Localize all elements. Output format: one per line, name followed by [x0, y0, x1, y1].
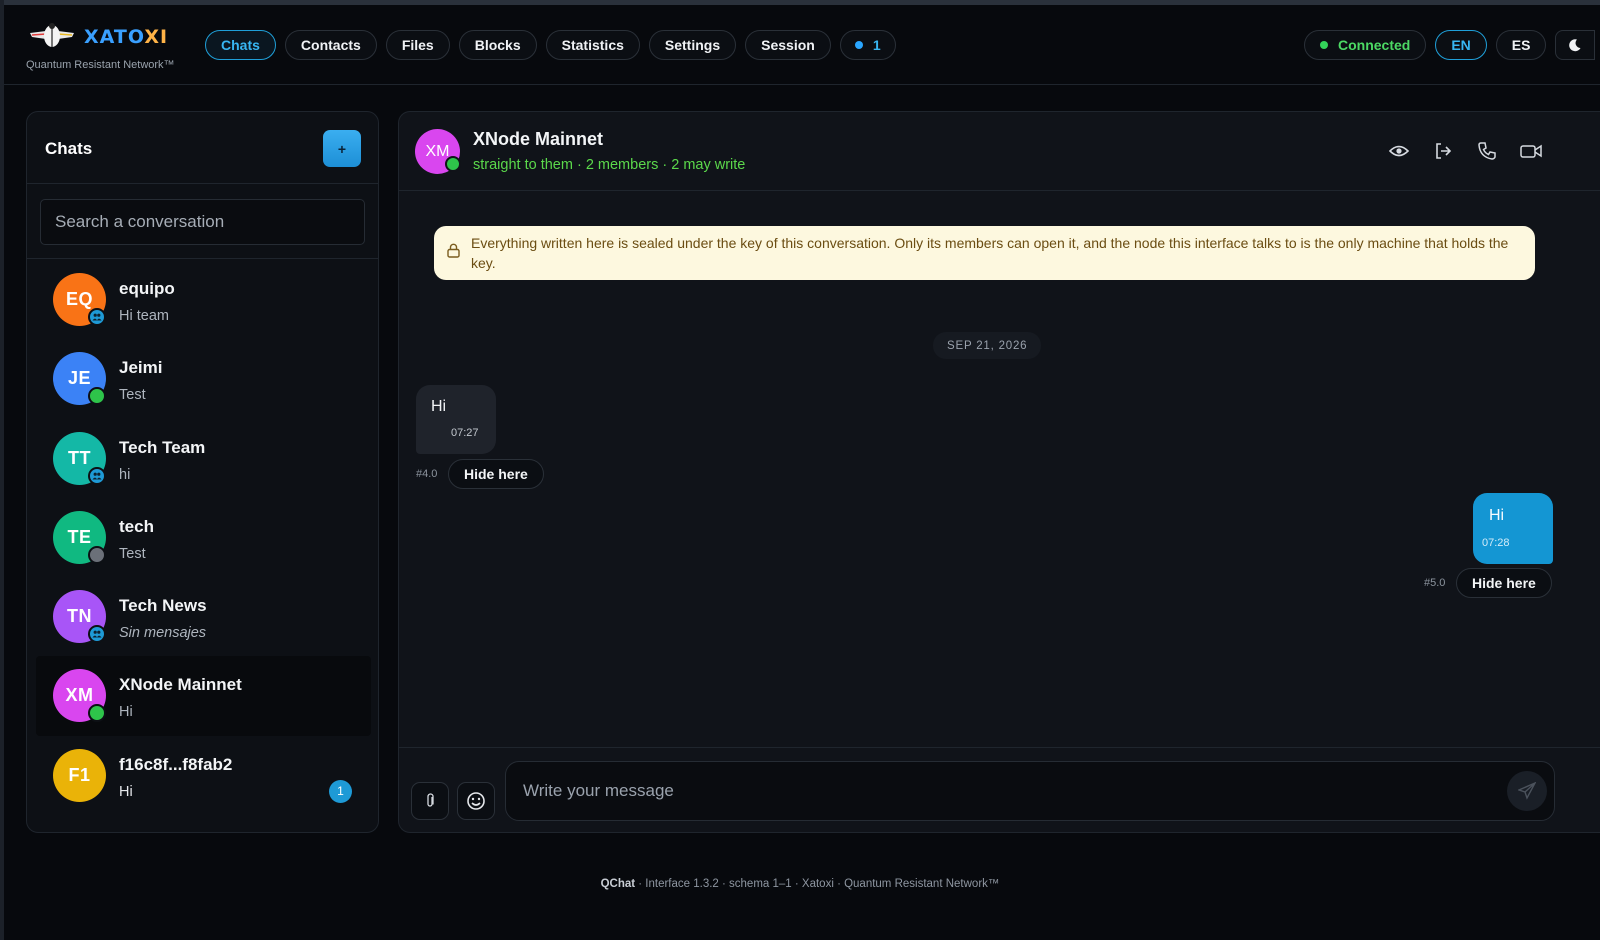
- tab-session[interactable]: Session: [745, 30, 831, 60]
- connection-label: Connected: [1338, 37, 1411, 53]
- avatar: F1: [53, 748, 106, 802]
- chat-preview: Test: [119, 387, 146, 404]
- brand[interactable]: XATOXI Quantum Resistant Network™: [26, 19, 196, 75]
- unread-badge: 1: [329, 779, 352, 803]
- smiley-icon: [467, 792, 485, 810]
- message-text: Hi: [1489, 507, 1505, 524]
- offline-status-icon: [88, 545, 106, 564]
- chat-list: EQ equipo Hi team JE Jeimi Test TT Tech …: [27, 260, 378, 815]
- app-header: XATOXI Quantum Resistant Network™ Chats …: [4, 5, 1600, 85]
- theme-toggle-button[interactable]: [1555, 30, 1596, 60]
- hide-message-button[interactable]: Hide here: [1456, 568, 1552, 598]
- conversation-header: XM XNode Mainnet straight to them · 2 me…: [399, 112, 1600, 191]
- brand-tagline: Quantum Resistant Network™: [26, 59, 175, 71]
- online-status-icon: [88, 387, 106, 406]
- notification-count: 1: [872, 37, 881, 53]
- group-icon: [88, 466, 106, 485]
- window-left-border: [0, 0, 4, 940]
- incoming-message[interactable]: Hi 07:27: [416, 385, 496, 454]
- chat-item-f16c8f[interactable]: F1 f16c8f...f8fab2 Hi 1: [36, 736, 371, 815]
- lock-icon: [447, 243, 460, 258]
- sidebar-header: Chats +: [27, 112, 378, 184]
- chat-preview: Sin mensajes: [119, 625, 207, 642]
- message-time: 07:27: [451, 427, 479, 439]
- group-icon: [88, 308, 106, 326]
- outgoing-message[interactable]: Hi 07:28: [1473, 493, 1553, 564]
- chat-item-xnode-mainnet[interactable]: XM XNode Mainnet Hi: [36, 656, 371, 736]
- conversation-subtitle: straight to them · 2 members · 2 may wri…: [473, 157, 746, 173]
- tab-chats[interactable]: Chats: [205, 30, 276, 60]
- chat-preview: Test: [119, 545, 146, 562]
- notifications-button[interactable]: 1: [839, 30, 896, 60]
- hide-message-button[interactable]: Hide here: [448, 459, 544, 489]
- tab-statistics[interactable]: Statistics: [545, 30, 640, 60]
- encryption-notice: Everything written here is sealed under …: [434, 226, 1535, 280]
- tab-contacts[interactable]: Contacts: [284, 30, 377, 60]
- notice-text: Everything written here is sealed under …: [471, 235, 1509, 271]
- online-status-icon: [445, 156, 461, 172]
- connected-dot-icon: [1320, 41, 1328, 49]
- chat-sidebar: Chats + EQ equipo Hi team JE Jeimi Test …: [26, 111, 379, 833]
- header-controls: Connected EN ES: [1304, 30, 1596, 60]
- group-icon: [88, 625, 106, 644]
- message-id: #4.0: [416, 468, 438, 480]
- chat-name: Jeimi: [119, 358, 163, 378]
- lang-en-button[interactable]: EN: [1435, 30, 1487, 60]
- message-time: 07:28: [1482, 537, 1510, 549]
- search-area: [27, 184, 378, 259]
- conversation-panel: XM XNode Mainnet straight to them · 2 me…: [398, 111, 1600, 833]
- chat-name: equipo: [119, 279, 175, 298]
- tab-files[interactable]: Files: [385, 30, 450, 60]
- new-chat-button[interactable]: +: [323, 130, 361, 167]
- send-button[interactable]: [1507, 771, 1547, 811]
- search-input[interactable]: [40, 199, 365, 245]
- beetle-logo-icon: [30, 23, 74, 47]
- brand-name: XATOXI: [84, 26, 169, 48]
- chat-preview: Hi: [119, 783, 133, 800]
- footer-info: · Interface 1.3.2 · schema 1–1 · Xatoxi …: [635, 878, 1000, 890]
- message-text: Hi: [431, 398, 447, 415]
- attach-button[interactable]: [411, 782, 449, 820]
- moon-icon: [1569, 39, 1581, 52]
- leave-icon[interactable]: [1431, 139, 1455, 163]
- video-call-icon[interactable]: [1519, 139, 1543, 163]
- message-input[interactable]: [505, 761, 1555, 821]
- message-composer: [399, 747, 1600, 832]
- footer: QChat · Interface 1.3.2 · schema 1–1 · X…: [0, 878, 1600, 890]
- eye-icon[interactable]: [1387, 139, 1411, 163]
- chat-name: Tech Team: [119, 437, 206, 457]
- tab-blocks[interactable]: Blocks: [458, 30, 537, 60]
- connection-status: Connected: [1304, 30, 1427, 60]
- tab-settings[interactable]: Settings: [648, 30, 737, 60]
- chat-preview: Hi: [119, 704, 133, 721]
- chat-item-tech-news[interactable]: TN Tech News Sin mensajes: [36, 577, 371, 656]
- sidebar-title: Chats: [45, 139, 93, 158]
- chat-preview: Hi team: [119, 308, 169, 324]
- chat-item-jeimi[interactable]: JE Jeimi Test: [36, 339, 371, 418]
- notification-dot-icon: [854, 41, 863, 49]
- message-id: #5.0: [1424, 577, 1446, 589]
- footer-app-name: QChat: [600, 878, 636, 890]
- lang-es-button[interactable]: ES: [1495, 30, 1547, 60]
- send-icon: [1518, 782, 1536, 800]
- chat-item-tech[interactable]: TE tech Test: [36, 498, 371, 577]
- online-status-icon: [88, 704, 106, 723]
- conversation-actions: [1387, 139, 1543, 163]
- chat-preview: hi: [119, 466, 131, 483]
- chat-item-equipo[interactable]: EQ equipo Hi team: [36, 260, 371, 339]
- chat-name: XNode Mainnet: [119, 675, 242, 695]
- chat-name: f16c8f...f8fab2: [119, 754, 233, 774]
- chat-name: tech: [119, 516, 154, 536]
- paperclip-icon: [427, 793, 434, 807]
- chat-name: Tech News: [119, 596, 207, 616]
- emoji-button[interactable]: [457, 782, 495, 820]
- date-separator: SEP 21, 2026: [933, 332, 1042, 359]
- chat-item-tech-team[interactable]: TT Tech Team hi: [36, 419, 371, 498]
- conversation-title[interactable]: XNode Mainnet: [473, 129, 603, 150]
- phone-icon[interactable]: [1475, 139, 1499, 163]
- main-nav: Chats Contacts Files Blocks Statistics S…: [205, 30, 896, 60]
